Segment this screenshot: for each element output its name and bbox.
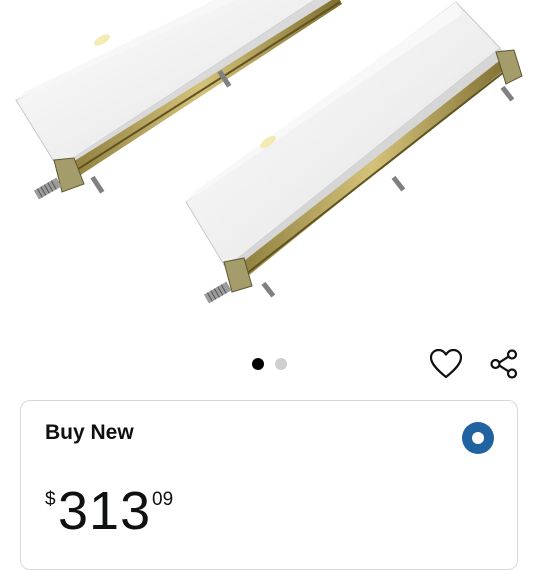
heart-outline-icon xyxy=(430,349,462,379)
carousel-dot[interactable] xyxy=(275,358,287,370)
product-photo xyxy=(15,0,523,304)
radio-selected-indicator xyxy=(472,432,484,444)
wishlist-button[interactable] xyxy=(426,344,466,384)
buy-new-radio-button[interactable] xyxy=(462,422,494,454)
share-icon xyxy=(490,349,518,379)
price-whole: 313 xyxy=(58,481,152,541)
carousel-dot-active[interactable] xyxy=(252,358,264,370)
image-carousel-dots xyxy=(252,357,292,371)
price-currency-symbol: $ xyxy=(45,489,56,510)
buy-new-option-card[interactable]: Buy New $ 313 09 xyxy=(20,400,518,570)
share-button[interactable] xyxy=(484,344,524,384)
product-image[interactable] xyxy=(0,0,540,330)
price-fraction: 09 xyxy=(152,489,174,510)
buy-option-title: Buy New xyxy=(45,421,134,444)
